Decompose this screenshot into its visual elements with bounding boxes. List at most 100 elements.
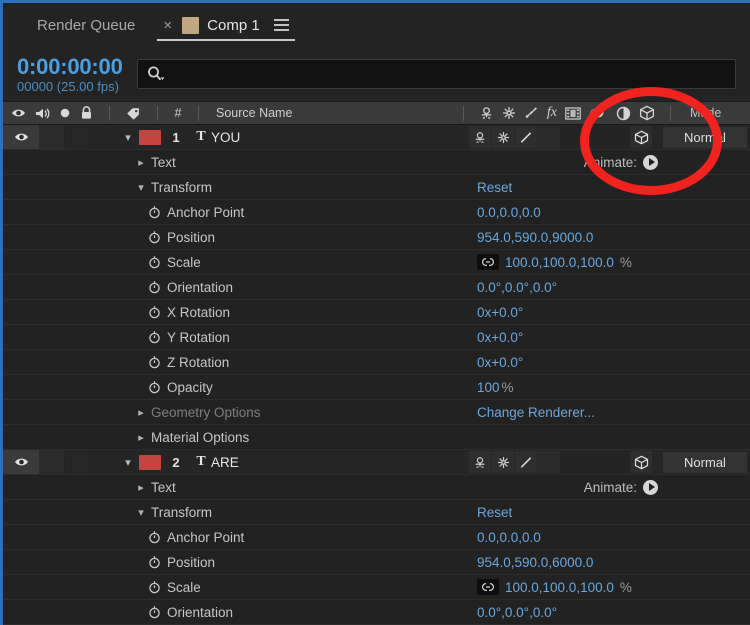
layer-row-2[interactable]: ▾ 2 T ARE [3, 450, 750, 475]
property-value[interactable]: 0.0,0.0,0.0 [477, 205, 541, 220]
property-row-anchor-point[interactable]: Anchor Point 0.0,0.0,0.0 [3, 200, 750, 225]
audio-icon[interactable] [35, 107, 50, 120]
property-value[interactable]: 0.0°,0.0°,0.0° [477, 280, 557, 295]
layer-twirl-1[interactable]: ▾ [117, 131, 139, 144]
property-value[interactable]: 100.0,100.0,100.0 [505, 580, 614, 595]
layer-audio-toggle[interactable] [39, 125, 65, 149]
stopwatch-icon[interactable] [141, 355, 167, 369]
quality-icon[interactable] [524, 106, 539, 120]
adjustment-layer-switch[interactable] [607, 126, 629, 148]
layer-audio-toggle[interactable] [39, 450, 65, 474]
layer-blend-mode[interactable]: Normal [663, 127, 747, 148]
chevron-down-icon[interactable]: ▾ [131, 506, 151, 519]
quality-switch[interactable] [515, 126, 537, 148]
three-d-layer-icon[interactable] [639, 105, 655, 121]
property-value[interactable]: 0x+0.0° [477, 305, 523, 320]
property-row-orientation[interactable]: Orientation 0.0°,0.0°,0.0° [3, 275, 750, 300]
close-icon[interactable]: × [163, 18, 172, 33]
layer-visibility-toggle[interactable] [3, 450, 39, 474]
layer-label-color[interactable] [139, 455, 161, 470]
current-time-display[interactable]: 0:00:00:00 00000 (25.00 fps) [17, 55, 123, 94]
effects-switch[interactable] [538, 451, 560, 473]
layer-lock-toggle[interactable] [91, 125, 117, 149]
property-row-scale[interactable]: Scale 100.0,100.0,100.0 % [3, 250, 750, 275]
property-group-text-2[interactable]: ▸ Text Animate: [3, 475, 750, 500]
layer-name[interactable]: YOU [211, 130, 240, 145]
text-animate-control[interactable]: Animate: [584, 480, 658, 495]
property-row-y-rotation[interactable]: Y Rotation 0x+0.0° [3, 325, 750, 350]
eye-icon[interactable] [11, 107, 26, 119]
property-value[interactable]: 954.0,590.0,9000.0 [477, 230, 593, 245]
collapse-transformations-switch[interactable] [492, 451, 514, 473]
property-row-position-2[interactable]: Position 954.0,590.0,6000.0 [3, 550, 750, 575]
stopwatch-icon[interactable] [141, 580, 167, 594]
layer-label-color[interactable] [139, 130, 161, 145]
stopwatch-icon[interactable] [141, 380, 167, 394]
property-value[interactable]: 100.0,100.0,100.0 [505, 255, 614, 270]
property-row-scale-2[interactable]: Scale 100.0,100.0,100.0 % [3, 575, 750, 600]
property-row-position[interactable]: Position 954.0,590.0,9000.0 [3, 225, 750, 250]
property-row-anchor-point-2[interactable]: Anchor Point 0.0,0.0,0.0 [3, 525, 750, 550]
property-group-material-options[interactable]: ▸ Material Options [3, 425, 750, 450]
chevron-right-icon[interactable]: ▸ [131, 406, 151, 419]
stopwatch-icon[interactable] [141, 330, 167, 344]
property-group-text-1[interactable]: ▸ Text Animate: [3, 150, 750, 175]
layer-lock-toggle[interactable] [91, 450, 117, 474]
stopwatch-icon[interactable] [141, 230, 167, 244]
three-d-layer-switch[interactable] [630, 126, 652, 148]
transform-reset-link[interactable]: Reset [477, 505, 512, 520]
panel-menu-icon[interactable] [274, 19, 289, 31]
animate-play-button[interactable] [643, 155, 658, 170]
shy-switch[interactable] [469, 126, 491, 148]
chevron-right-icon[interactable]: ▸ [131, 431, 151, 444]
shy-switch[interactable] [469, 451, 491, 473]
scale-link-icon[interactable] [477, 579, 499, 595]
property-value[interactable]: 0x+0.0° [477, 355, 523, 370]
animate-play-button[interactable] [643, 480, 658, 495]
motion-blur-switch[interactable] [584, 126, 606, 148]
adjustment-layer-icon[interactable] [616, 106, 631, 121]
property-group-transform-1[interactable]: ▾ Transform Reset [3, 175, 750, 200]
stopwatch-icon[interactable] [141, 605, 167, 619]
three-d-layer-switch[interactable] [630, 451, 652, 473]
adjustment-layer-switch[interactable] [607, 451, 629, 473]
current-timecode[interactable]: 0:00:00:00 [17, 55, 123, 78]
property-group-transform-2[interactable]: ▾ Transform Reset [3, 500, 750, 525]
effects-switch[interactable] [538, 126, 560, 148]
layer-name[interactable]: ARE [211, 455, 239, 470]
motion-blur-icon[interactable] [589, 106, 608, 121]
frame-blending-switch[interactable] [561, 126, 583, 148]
fx-icon[interactable]: fx [547, 105, 557, 121]
property-value[interactable]: 100 [477, 380, 500, 395]
layer-visibility-toggle[interactable] [3, 125, 39, 149]
column-header-index[interactable]: # [165, 106, 191, 120]
change-renderer-link[interactable]: Change Renderer... [477, 405, 595, 420]
property-row-opacity[interactable]: Opacity 100 % [3, 375, 750, 400]
quality-switch[interactable] [515, 451, 537, 473]
layer-solo-toggle[interactable] [65, 450, 91, 474]
column-header-source-name[interactable]: Source Name [206, 106, 292, 120]
scale-link-icon[interactable] [477, 254, 499, 270]
transform-reset-link[interactable]: Reset [477, 180, 512, 195]
frame-blending-icon[interactable] [565, 107, 581, 120]
label-tag-icon[interactable] [126, 107, 141, 120]
stopwatch-icon[interactable] [141, 530, 167, 544]
property-value[interactable]: 0x+0.0° [477, 330, 523, 345]
collapse-transformations-icon[interactable] [502, 106, 516, 120]
text-animate-control[interactable]: Animate: [584, 155, 658, 170]
property-group-geometry-options[interactable]: ▸ Geometry Options Change Renderer... [3, 400, 750, 425]
column-header-mode[interactable]: Mode [686, 106, 744, 120]
chevron-right-icon[interactable]: ▸ [131, 156, 151, 169]
shy-icon[interactable] [479, 106, 494, 120]
search-input[interactable] [137, 59, 736, 89]
stopwatch-icon[interactable] [141, 555, 167, 569]
property-row-z-rotation[interactable]: Z Rotation 0x+0.0° [3, 350, 750, 375]
tab-render-queue[interactable]: Render Queue [3, 3, 149, 47]
layer-twirl-2[interactable]: ▾ [117, 456, 139, 469]
property-value[interactable]: 0.0,0.0,0.0 [477, 530, 541, 545]
property-value[interactable]: 954.0,590.0,6000.0 [477, 555, 593, 570]
property-value[interactable]: 0.0°,0.0°,0.0° [477, 605, 557, 620]
stopwatch-icon[interactable] [141, 205, 167, 219]
stopwatch-icon[interactable] [141, 305, 167, 319]
chevron-down-icon[interactable]: ▾ [131, 181, 151, 194]
